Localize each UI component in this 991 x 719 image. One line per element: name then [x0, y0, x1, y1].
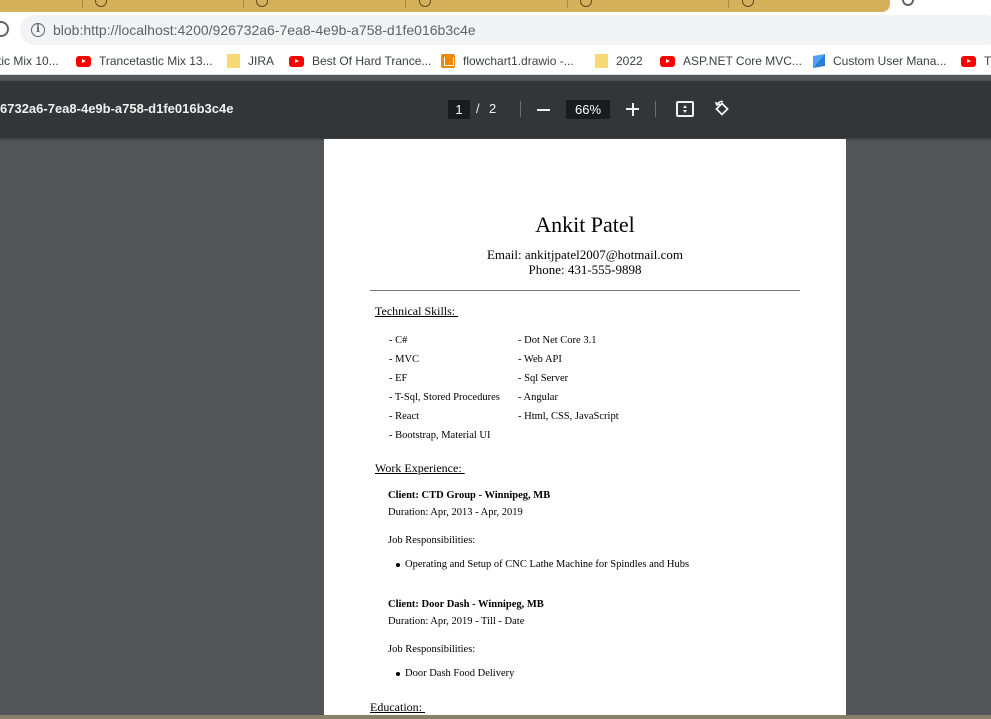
bookmark-label: JIRA — [248, 54, 275, 68]
skill-item: - MVC — [389, 354, 420, 365]
bookmark-label: tic Mix 10... — [0, 54, 59, 68]
skill-item: - T-Sql, Stored Procedures — [389, 392, 500, 403]
header-divider — [370, 290, 800, 291]
fit-to-page-icon[interactable] — [676, 101, 694, 117]
zoom-level-input[interactable]: 66% — [566, 100, 610, 119]
rotate-icon[interactable] — [713, 100, 731, 118]
job-duration: Duration: Apr, 2019 - Till - Date — [388, 616, 525, 627]
skill-item: - Bootstrap, Material UI — [389, 430, 491, 441]
bookmark-label: Custom User Mana... — [833, 54, 947, 68]
skill-item: - Web API — [518, 354, 562, 365]
resume-email: Email: ankitjpatel2007@hotmail.com — [486, 247, 684, 262]
work-heading: Work Experience: — [375, 461, 465, 475]
taskbar-strip — [0, 715, 991, 719]
site-info-icon[interactable]: i — [31, 23, 45, 37]
job-responsibilities-heading: Job Responsibilities: — [388, 535, 476, 546]
skill-item: - Angular — [518, 392, 558, 403]
reload-icon[interactable] — [0, 21, 9, 37]
skill-item: - EF — [389, 373, 408, 384]
bookmark-item[interactable]: Trancetastic Mix 13... — [76, 54, 213, 68]
address-row: i blob:http://localhost:4200/926732a6-7e… — [0, 12, 991, 49]
job-client: Client: CTD Group - Winnipeg, MB — [388, 490, 551, 501]
tab-favicon-icon[interactable] — [580, 0, 592, 7]
toolbar-divider — [655, 101, 656, 117]
microsoft-icon — [813, 53, 825, 69]
bookmark-item[interactable]: T — [961, 54, 991, 68]
tab-favicon-icon[interactable] — [256, 0, 268, 7]
tab-separator — [567, 0, 568, 8]
address-bar[interactable]: i blob:http://localhost:4200/926732a6-7e… — [20, 15, 991, 45]
job-responsibility: Door Dash Food Delivery — [405, 668, 515, 679]
bookmark-label: ASP.NET Core MVC... — [683, 54, 802, 68]
pdf-toolbar: 6732a6-7ea8-4e9b-a758-d1fe016b3c4e 1 / 2… — [0, 81, 991, 138]
resume-phone: Phone: 431-555-9898 — [528, 262, 642, 277]
tab-strip — [0, 0, 991, 12]
skill-item: - Dot Net Core 3.1 — [518, 335, 597, 346]
youtube-icon — [289, 55, 304, 67]
job-responsibility: Operating and Setup of CNC Lathe Machine… — [405, 559, 690, 570]
bookmark-item[interactable]: tic Mix 10... — [0, 54, 59, 68]
document-title: 6732a6-7ea8-4e9b-a758-d1fe016b3c4e — [0, 101, 234, 116]
toolbar-divider — [520, 101, 521, 117]
page-total: 2 — [489, 101, 497, 116]
minus-icon — [537, 109, 550, 111]
bookmark-label: Trancetastic Mix 13... — [99, 54, 213, 68]
skill-item: - Html, CSS, JavaScript — [518, 411, 619, 422]
drawio-icon — [441, 54, 455, 68]
tab-favicon-icon[interactable] — [419, 0, 431, 7]
url-text[interactable]: blob:http://localhost:4200/926732a6-7ea8… — [53, 22, 476, 38]
youtube-icon — [76, 55, 91, 67]
bookmarks-bar: tic Mix 10... Trancetastic Mix 13... JIR… — [0, 49, 991, 75]
plus-icon — [631, 102, 634, 116]
job-client: Client: Door Dash - Winnipeg, MB — [388, 599, 544, 610]
tab-separator — [243, 0, 244, 8]
education-heading: Education: — [370, 700, 425, 714]
skills-heading: Technical Skills: — [375, 304, 459, 318]
youtube-icon — [961, 55, 976, 67]
page-separator: / — [476, 101, 480, 116]
bookmark-item[interactable]: ASP.NET Core MVC... — [660, 54, 802, 68]
bookmark-label: flowchart1.drawio -... — [463, 54, 574, 68]
resume-name: Ankit Patel — [535, 212, 635, 237]
skill-item: - Sql Server — [518, 373, 569, 384]
folder-icon — [595, 54, 608, 68]
bookmark-item[interactable]: JIRA — [227, 54, 274, 68]
bookmark-label: 2022 — [616, 54, 643, 68]
pdf-page: Ankit Patel Email: ankitjpatel2007@hotma… — [324, 139, 846, 715]
tab-separator — [405, 0, 406, 8]
active-tab-favicon-icon[interactable] — [902, 0, 914, 6]
bookmark-label: Best Of Hard Trance... — [312, 54, 432, 68]
skill-item: - C# — [389, 335, 408, 346]
tab-favicon-icon[interactable] — [95, 0, 107, 7]
skill-item: - React — [389, 411, 420, 422]
job-responsibilities-heading: Job Responsibilities: — [388, 644, 476, 655]
tab-separator — [728, 0, 729, 8]
page-number-input[interactable]: 1 — [448, 100, 470, 119]
bookmark-item[interactable]: Best Of Hard Trance... — [289, 54, 431, 68]
bookmark-item[interactable]: 2022 — [595, 54, 643, 68]
tab-bar — [0, 0, 890, 12]
bookmark-item[interactable]: flowchart1.drawio -... — [441, 54, 574, 68]
tab-favicon-icon[interactable] — [742, 0, 754, 7]
bullet-icon — [396, 672, 400, 676]
bookmark-item[interactable]: Custom User Mana... — [813, 53, 947, 69]
youtube-icon — [660, 55, 675, 67]
bookmark-label: T — [984, 54, 991, 68]
bullet-icon — [396, 563, 400, 567]
folder-icon — [227, 54, 240, 68]
job-duration: Duration: Apr, 2013 - Apr, 2019 — [388, 507, 523, 518]
tab-separator — [82, 0, 83, 8]
